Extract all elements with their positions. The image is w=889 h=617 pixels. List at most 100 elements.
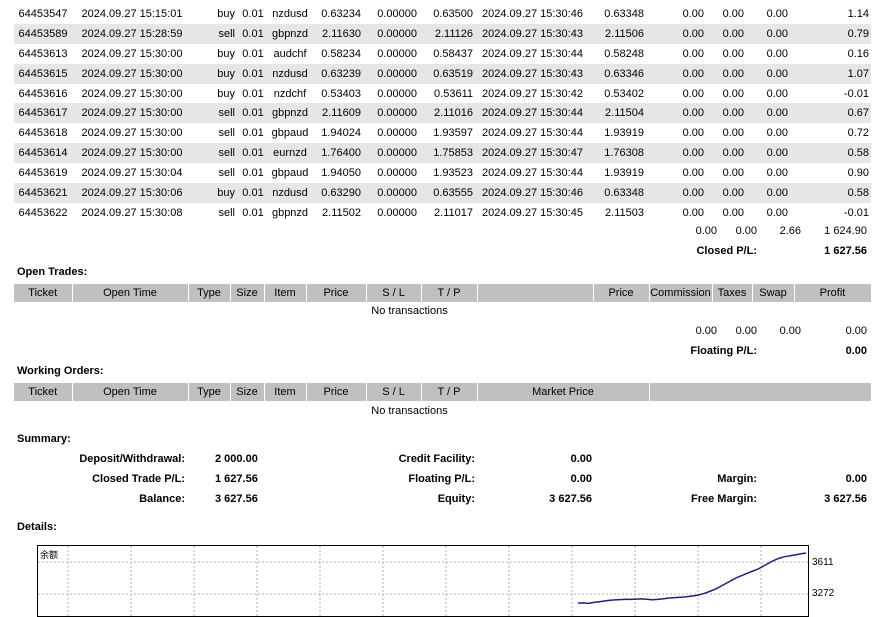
cell-tp: 0.63519 bbox=[419, 63, 475, 84]
cell-tp: 0.58437 bbox=[433, 47, 473, 60]
cell-close-price: 2.11506 bbox=[590, 23, 646, 44]
cell-profit: 0.16 bbox=[847, 47, 869, 60]
cell-size: 0.01 bbox=[242, 167, 264, 180]
cell-commission: 0.00 bbox=[682, 206, 704, 219]
closed-total-commission: 0.00 bbox=[695, 225, 717, 237]
balance-series-line bbox=[577, 552, 807, 605]
balance-value: 3 627.56 bbox=[215, 493, 258, 505]
column-header: Price bbox=[593, 284, 650, 302]
cell-close-price: 0.58248 bbox=[604, 47, 644, 60]
cell-open-time: 2024.09.27 15:30:00 bbox=[81, 47, 183, 60]
cell-taxes: 0.00 bbox=[706, 143, 746, 164]
credit-label: Credit Facility: bbox=[398, 453, 475, 465]
cell-price: 0.53403 bbox=[321, 87, 361, 100]
open-trades-header: Ticket Open Time Type Size Item Price S / LT /… bbox=[14, 284, 872, 302]
cell-ticket: 64453589 bbox=[14, 23, 72, 44]
open-trades-empty: No transactions bbox=[371, 305, 448, 317]
cell-sl: 0.00000 bbox=[377, 206, 417, 219]
table-row: 64453614 2024.09.27 15:30:00 sell 0.01 eurnz… bbox=[14, 143, 871, 164]
cell-close-price: 0.63348 bbox=[590, 183, 646, 203]
cell-profit: 0.58 bbox=[790, 143, 871, 164]
table-row: 64453589 2024.09.27 15:28:59 sell 0.01 gbpnz… bbox=[14, 23, 871, 44]
column-header: Swap bbox=[752, 284, 795, 302]
cell-close-time: 2024.09.27 15:30:45 bbox=[482, 206, 583, 219]
margin-label: Margin: bbox=[717, 473, 757, 485]
cell-commission: 0.00 bbox=[682, 87, 704, 100]
table-row: 64453547 2024.09.27 15:15:01 buy 0.01 nzdusd… bbox=[14, 4, 871, 24]
summary-title: Summary: bbox=[17, 433, 71, 445]
cell-profit: 0.67 bbox=[790, 103, 871, 124]
open-total-taxes: 0.00 bbox=[735, 325, 757, 337]
cell-type: sell bbox=[192, 103, 237, 124]
cell-close-time: 2024.09.27 15:30:44 bbox=[482, 47, 583, 60]
cell-taxes: 0.00 bbox=[722, 87, 744, 100]
cell-close-time: 2024.09.27 15:30:46 bbox=[475, 183, 590, 203]
cell-tp: 0.53611 bbox=[434, 87, 473, 100]
column-header: T / P bbox=[421, 383, 478, 401]
cell-close-price: 1.93919 bbox=[604, 167, 644, 180]
cell-taxes: 0.00 bbox=[722, 7, 744, 20]
cell-ticket: 64453613 bbox=[18, 47, 68, 60]
cell-sl: 0.00000 bbox=[377, 47, 417, 60]
cell-size: 0.01 bbox=[237, 23, 269, 44]
deposit-value: 2 000.00 bbox=[215, 453, 258, 465]
cell-tp: 1.75853 bbox=[419, 143, 475, 164]
closed-trades-table: 64453547 2024.09.27 15:15:01 buy 0.01 nzdusd… bbox=[14, 4, 871, 223]
cell-type: buy bbox=[217, 87, 235, 100]
cell-item: nzdchf bbox=[273, 87, 307, 100]
column-header: S / L bbox=[366, 383, 422, 401]
cell-tp: 1.93523 bbox=[433, 167, 473, 180]
credit-value: 0.00 bbox=[570, 453, 592, 465]
column-header: Type bbox=[188, 284, 231, 302]
cell-price: 2.11630 bbox=[311, 23, 363, 44]
cell-item: gbpnzd bbox=[269, 103, 311, 124]
cell-taxes: 0.00 bbox=[706, 63, 746, 84]
cell-ticket: 64453547 bbox=[18, 7, 68, 20]
cell-open-time: 2024.09.27 15:30:08 bbox=[81, 206, 183, 219]
table-row: 64453619 2024.09.27 15:30:04 sell 0.01 gbpau… bbox=[14, 163, 871, 183]
column-header: S / L bbox=[366, 284, 422, 302]
cell-close-time: 2024.09.27 15:30:42 bbox=[482, 87, 583, 100]
closed-pl-label: Closed P/L: bbox=[696, 245, 757, 257]
cell-type: sell bbox=[192, 143, 237, 164]
open-total-swap: 0.00 bbox=[779, 325, 801, 337]
cell-sl: 0.00000 bbox=[363, 103, 419, 124]
cell-commission: 0.00 bbox=[646, 23, 706, 44]
cell-taxes: 0.00 bbox=[722, 47, 744, 60]
cell-tp: 0.63555 bbox=[419, 183, 475, 203]
cell-taxes: 0.00 bbox=[722, 127, 744, 140]
cell-swap: 0.00 bbox=[766, 127, 788, 140]
cell-item: gbpnzd bbox=[271, 206, 309, 219]
cell-close-time: 2024.09.27 15:30:46 bbox=[482, 7, 583, 20]
cell-profit: 0.58 bbox=[790, 183, 871, 203]
column-header: Item bbox=[264, 383, 307, 401]
column-header: Size bbox=[230, 284, 265, 302]
cell-size: 0.01 bbox=[237, 103, 269, 124]
cell-sl: 0.00000 bbox=[363, 143, 419, 164]
chart-title: 余额 bbox=[40, 550, 59, 560]
cell-swap: 0.00 bbox=[746, 103, 790, 124]
cell-ticket: 64453622 bbox=[18, 206, 68, 219]
cell-swap: 0.00 bbox=[766, 206, 788, 219]
cell-commission: 0.00 bbox=[682, 7, 704, 20]
cell-type: sell bbox=[192, 23, 237, 44]
cell-item: gbpnzd bbox=[269, 23, 311, 44]
cell-swap: 0.00 bbox=[746, 63, 790, 84]
cell-item: gbpaud bbox=[271, 127, 309, 140]
cell-price: 0.58234 bbox=[321, 47, 361, 60]
working-orders-header: Ticket Open Time Type Size Item Price S / LT /… bbox=[14, 383, 872, 401]
cell-size: 0.01 bbox=[242, 47, 264, 60]
table-row: 64453618 2024.09.27 15:30:00 sell 0.01 gbpau… bbox=[14, 123, 871, 143]
cell-taxes: 0.00 bbox=[722, 206, 744, 219]
column-header: Profit bbox=[794, 284, 872, 302]
cell-taxes: 0.00 bbox=[706, 103, 746, 124]
cell-close-time: 2024.09.27 15:30:44 bbox=[482, 127, 583, 140]
cell-price: 2.11609 bbox=[311, 103, 363, 124]
cell-commission: 0.00 bbox=[646, 143, 706, 164]
cell-swap: 0.00 bbox=[746, 143, 790, 164]
cell-size: 0.01 bbox=[237, 63, 269, 84]
cell-close-time: 2024.09.27 15:30:44 bbox=[482, 167, 583, 180]
cell-profit: -0.01 bbox=[843, 206, 869, 219]
cell-commission: 0.00 bbox=[646, 103, 706, 124]
equity-value: 3 627.56 bbox=[549, 493, 592, 505]
